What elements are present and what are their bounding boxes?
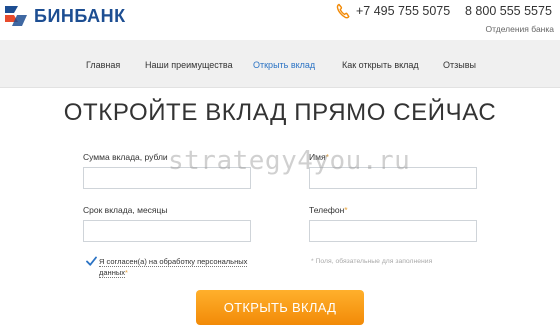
binbank-logo-icon	[2, 4, 30, 28]
name-label-text: Имя	[309, 152, 326, 162]
term-label: Срок вклада, месяцы	[83, 205, 168, 216]
checkmark-icon[interactable]	[86, 256, 97, 267]
nav-item-home[interactable]: Главная	[86, 59, 120, 71]
phone-icon	[336, 3, 350, 19]
page-title: ОТКРОЙТЕ ВКЛАД ПРЯМО СЕЙЧАС	[63, 99, 497, 126]
consent-checkbox[interactable]: Я согласен(а) на обработку персональных …	[86, 256, 266, 278]
nav-item-open-deposit[interactable]: Открыть вклад	[253, 59, 315, 71]
open-deposit-button[interactable]: ОТКРЫТЬ ВКЛАД	[196, 290, 364, 325]
consent-label-text: Я согласен(а) на обработку персональных …	[99, 257, 248, 278]
phone-number-tollfree[interactable]: 8 800 555 5575	[465, 3, 552, 19]
phone-label-text: Телефон	[309, 205, 345, 215]
name-label: Имя*	[309, 152, 329, 163]
term-label-text: Срок вклада, месяцы	[83, 205, 168, 215]
nav-item-how-to-open[interactable]: Как открыть вклад	[342, 59, 419, 71]
name-input[interactable]	[309, 167, 477, 189]
consent-label: Я согласен(а) на обработку персональных …	[99, 256, 261, 278]
header: БИНБАНК +7 495 755 5075 8 800 555 5575 О…	[0, 0, 560, 40]
main-nav: Главная Наши преимущества Открыть вклад …	[0, 40, 560, 88]
branches-link[interactable]: Отделения банка	[486, 23, 554, 35]
required-star: *	[344, 205, 348, 215]
phone-label: Телефон*	[309, 205, 348, 216]
required-fields-note: * Поля, обязательные для заполнения	[311, 258, 433, 265]
nav-item-reviews[interactable]: Отзывы	[443, 59, 476, 71]
amount-label-text: Сумма вклада, рубли	[83, 152, 168, 162]
amount-label: Сумма вклада, рубли	[83, 152, 168, 163]
required-star: *	[124, 268, 128, 277]
phone-number-moscow[interactable]: +7 495 755 5075	[356, 3, 450, 19]
required-star: *	[325, 152, 329, 162]
phone-input[interactable]	[309, 220, 477, 242]
nav-item-advantages[interactable]: Наши преимущества	[145, 59, 233, 71]
logo-text: БИНБАНК	[34, 6, 126, 26]
term-input[interactable]	[83, 220, 251, 242]
amount-input[interactable]	[83, 167, 251, 189]
binbank-logo[interactable]: БИНБАНК	[2, 4, 126, 28]
